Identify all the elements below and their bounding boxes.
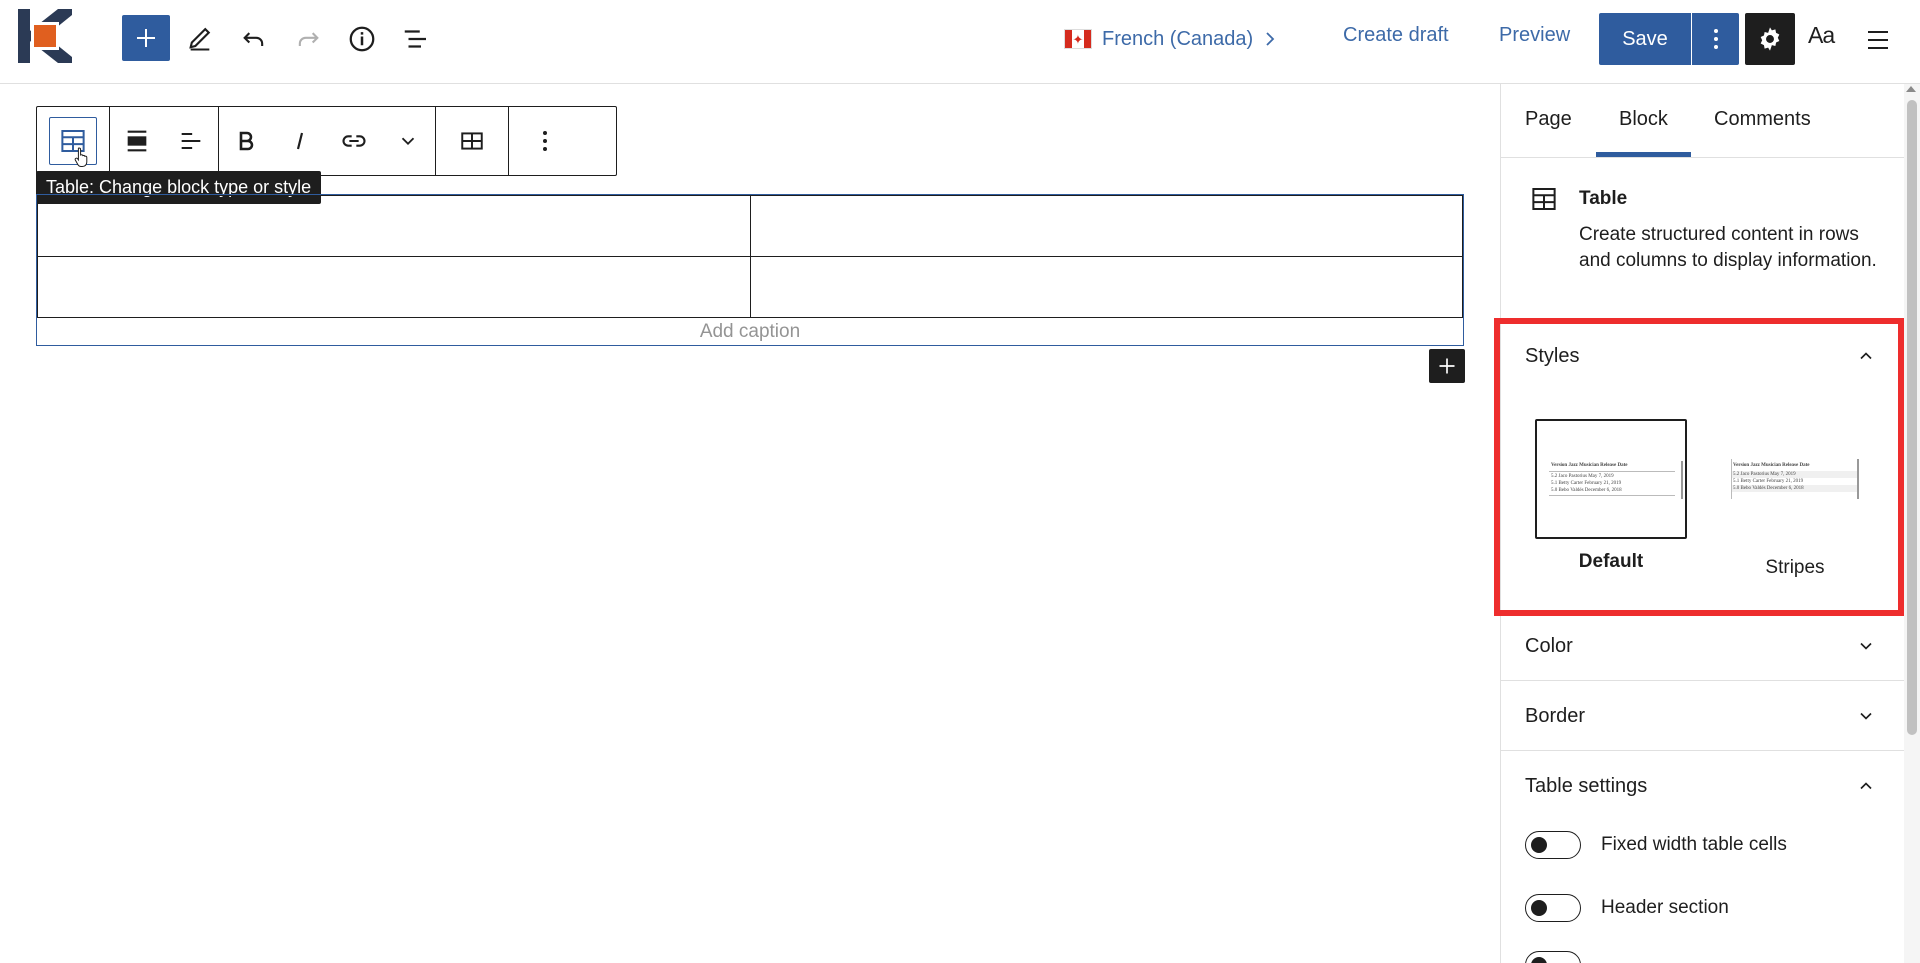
bold-button[interactable] bbox=[219, 107, 273, 175]
chevron-down-icon bbox=[1860, 712, 1872, 720]
link-icon bbox=[342, 135, 366, 147]
create-draft-button[interactable]: Create draft bbox=[1343, 24, 1449, 47]
tools-pencil-button[interactable] bbox=[176, 17, 224, 61]
details-button[interactable] bbox=[338, 17, 386, 61]
redo-button[interactable] bbox=[284, 17, 332, 61]
hand-cursor-icon bbox=[74, 147, 88, 167]
block-card-title: Table bbox=[1579, 188, 1628, 209]
sidebar-scrollbar-thumb[interactable] bbox=[1907, 100, 1917, 735]
text-align-button[interactable] bbox=[164, 107, 218, 175]
redo-icon bbox=[298, 32, 319, 46]
gear-icon bbox=[1760, 27, 1780, 51]
editor-header: ✦ French (Canada) Create draft Preview S… bbox=[0, 0, 1920, 84]
settings-button[interactable] bbox=[1745, 13, 1795, 65]
options-menu-button[interactable] bbox=[1858, 20, 1898, 60]
table-cell[interactable] bbox=[749, 195, 1463, 257]
footer-section-toggle-row bbox=[1525, 951, 1581, 963]
border-panel-toggle[interactable]: Border bbox=[1501, 681, 1906, 751]
add-block-button[interactable] bbox=[122, 15, 170, 61]
fixed-width-toggle[interactable] bbox=[1525, 831, 1581, 859]
table-row bbox=[37, 256, 1463, 318]
sidebar-tabs: Page Block Comments bbox=[1501, 84, 1906, 158]
styles-highlight-box bbox=[1494, 318, 1904, 616]
chevron-up-icon bbox=[1860, 782, 1872, 790]
block-toolbar bbox=[36, 106, 617, 176]
italic-button[interactable] bbox=[273, 107, 327, 175]
save-button[interactable]: Save bbox=[1599, 13, 1691, 65]
color-panel: Color bbox=[1501, 610, 1906, 681]
scroll-up-arrow-icon[interactable] bbox=[1906, 86, 1916, 92]
canada-flag-icon: ✦ bbox=[1064, 29, 1092, 49]
color-panel-toggle[interactable]: Color bbox=[1501, 611, 1906, 681]
tab-comments[interactable]: Comments bbox=[1714, 108, 1811, 131]
table-settings-toggle[interactable]: Table settings bbox=[1501, 751, 1906, 821]
format-group bbox=[219, 107, 436, 175]
border-panel-title: Border bbox=[1525, 704, 1586, 727]
header-section-toggle-row: Header section bbox=[1525, 894, 1729, 922]
table-edit-icon bbox=[461, 132, 483, 150]
link-button[interactable] bbox=[327, 107, 381, 175]
header-section-label: Header section bbox=[1601, 897, 1729, 918]
table-cell[interactable] bbox=[37, 195, 751, 257]
typography-styles-button[interactable]: Aa bbox=[1808, 22, 1835, 49]
table-settings-title: Table settings bbox=[1525, 774, 1648, 797]
table-cell[interactable] bbox=[749, 256, 1463, 318]
info-icon bbox=[349, 26, 375, 52]
language-switcher[interactable]: ✦ French (Canada) bbox=[1064, 24, 1277, 54]
preview-button[interactable]: Preview bbox=[1499, 24, 1570, 47]
list-view-icon bbox=[404, 30, 426, 48]
table-edit-group bbox=[436, 107, 509, 175]
table-cell[interactable] bbox=[37, 256, 751, 318]
block-type-switcher[interactable] bbox=[37, 107, 109, 175]
chevron-down-icon bbox=[1860, 642, 1872, 650]
color-panel-title: Color bbox=[1525, 634, 1573, 657]
chevron-right-icon bbox=[1266, 32, 1275, 46]
kebab-icon bbox=[1713, 29, 1718, 49]
header-section-toggle[interactable] bbox=[1525, 894, 1581, 922]
more-formats-button[interactable] bbox=[381, 107, 435, 175]
undo-button[interactable] bbox=[230, 17, 278, 61]
fixed-width-label: Fixed width table cells bbox=[1601, 834, 1787, 855]
chevron-down-icon bbox=[401, 137, 415, 146]
site-logo[interactable] bbox=[18, 9, 72, 63]
table-row bbox=[37, 195, 1463, 257]
menu-icon bbox=[1868, 31, 1888, 49]
block-card-description: Create structured content in rows and co… bbox=[1579, 224, 1877, 271]
block-options-group bbox=[509, 107, 581, 175]
footer-section-toggle[interactable] bbox=[1525, 951, 1581, 963]
bold-icon bbox=[239, 131, 254, 151]
border-panel: Border bbox=[1501, 680, 1906, 751]
plus-icon bbox=[1439, 358, 1455, 374]
align-wide-icon bbox=[127, 130, 147, 152]
table-block[interactable]: Add caption bbox=[36, 194, 1464, 346]
table-settings-panel: Table settings Fixed width table cells H… bbox=[1501, 750, 1906, 963]
table-caption-input[interactable]: Add caption bbox=[37, 318, 1463, 346]
list-view-button[interactable] bbox=[392, 17, 440, 61]
table-icon bbox=[1529, 184, 1559, 219]
italic-icon bbox=[296, 132, 304, 150]
alignment-group bbox=[110, 107, 219, 175]
table-grid bbox=[37, 195, 1463, 318]
save-options-button[interactable] bbox=[1692, 13, 1739, 65]
block-align-button[interactable] bbox=[110, 107, 164, 175]
fixed-width-toggle-row: Fixed width table cells bbox=[1525, 831, 1787, 859]
align-left-icon bbox=[181, 132, 201, 150]
tab-page[interactable]: Page bbox=[1525, 108, 1572, 131]
language-label: French (Canada) bbox=[1102, 27, 1254, 50]
undo-icon bbox=[243, 32, 264, 46]
block-options-button[interactable] bbox=[509, 107, 581, 175]
kebab-icon bbox=[543, 131, 547, 151]
tab-block[interactable]: Block bbox=[1619, 108, 1668, 131]
active-tab-indicator bbox=[1596, 152, 1691, 157]
inline-add-block-button[interactable] bbox=[1429, 349, 1465, 383]
edit-table-button[interactable] bbox=[436, 107, 508, 175]
pencil-icon bbox=[189, 27, 211, 51]
